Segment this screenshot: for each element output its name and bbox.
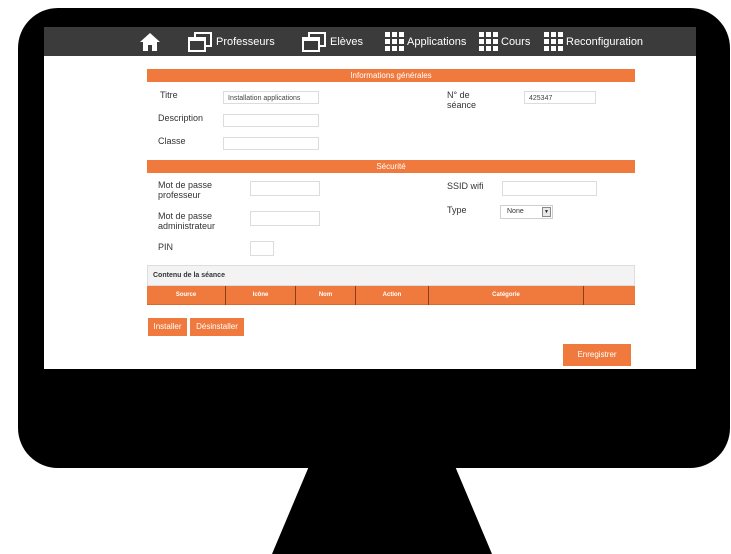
grid-icon <box>385 32 404 51</box>
screen: Professeurs Elèves Applications Cours Re… <box>44 27 696 369</box>
mdp-professeur-label: Mot de passe professeur <box>158 180 212 200</box>
mdp-professeur-label-line2: professeur <box>158 190 201 200</box>
nav-reconfiguration[interactable]: Reconfiguration <box>544 27 643 56</box>
classe-label: Classe <box>158 136 186 146</box>
ssid-field[interactable] <box>502 181 597 196</box>
mdp-administrateur-field[interactable] <box>250 211 320 226</box>
windows-icon <box>188 31 212 52</box>
titre-label: Titre <box>160 90 178 100</box>
column-header-action[interactable]: Action <box>356 286 429 305</box>
seance-label-line2: séance <box>447 100 477 110</box>
pin-label: PIN <box>158 242 174 252</box>
type-select-value: None <box>507 208 524 215</box>
column-header-extra[interactable] <box>584 286 635 305</box>
chevron-down-icon[interactable]: ▼ <box>542 207 551 217</box>
grid-icon <box>544 32 563 51</box>
installer-button[interactable]: Installer <box>148 318 187 336</box>
contenu-table-header: Source Icône Nom Action Catégorie <box>147 286 635 305</box>
type-select[interactable]: None ▼ <box>500 205 553 219</box>
nav-reconfiguration-label: Reconfiguration <box>566 35 644 48</box>
nav-applications[interactable]: Applications <box>385 27 466 56</box>
grid-icon <box>479 32 498 51</box>
nav-professeurs-label: Professeurs <box>216 35 275 48</box>
seance-label: N° de séance <box>447 90 476 110</box>
column-header-source[interactable]: Source <box>147 286 226 305</box>
mdp-administrateur-label-line1: Mot de passe <box>158 211 213 221</box>
mdp-professeur-field[interactable] <box>250 181 320 196</box>
contenu-title: Contenu de la séance <box>153 272 225 279</box>
description-field[interactable] <box>223 114 319 127</box>
column-header-categorie[interactable]: Catégorie <box>429 286 584 305</box>
nav-cours[interactable]: Cours <box>479 27 530 56</box>
section-securite-header: Sécurité <box>147 160 635 173</box>
ssid-label: SSID wifi <box>447 181 484 191</box>
nav-applications-label: Applications <box>407 35 467 48</box>
column-header-icone[interactable]: Icône <box>226 286 296 305</box>
home-icon <box>140 32 160 51</box>
type-label: Type <box>447 205 467 215</box>
seance-label-line1: N° de <box>447 90 470 100</box>
contenu-panel: Contenu de la séance <box>147 265 635 286</box>
titre-field[interactable]: Installation applications <box>223 91 319 104</box>
section-general-header: Informations générales <box>147 69 635 82</box>
nav-professeurs[interactable]: Professeurs <box>187 27 275 56</box>
nav-cours-label: Cours <box>501 35 531 48</box>
nav-eleves-label: Elèves <box>330 35 364 48</box>
desinstaller-button[interactable]: Désinstaller <box>190 318 244 336</box>
classe-field[interactable] <box>223 137 319 150</box>
mdp-administrateur-label-line2: administrateur <box>158 221 216 231</box>
nav-eleves[interactable]: Elèves <box>301 27 363 56</box>
top-navbar: Professeurs Elèves Applications Cours Re… <box>44 27 696 56</box>
windows-icon <box>302 31 326 52</box>
enregistrer-button[interactable]: Enregistrer <box>563 344 631 366</box>
monitor-stand <box>272 460 492 554</box>
mdp-administrateur-label: Mot de passe administrateur <box>158 211 215 231</box>
mdp-professeur-label-line1: Mot de passe <box>158 180 213 190</box>
nav-home[interactable] <box>139 27 161 56</box>
pin-field[interactable] <box>250 241 274 256</box>
description-label: Description <box>158 113 204 123</box>
seance-field[interactable]: 425347 <box>524 91 596 104</box>
column-header-nom[interactable]: Nom <box>296 286 356 305</box>
